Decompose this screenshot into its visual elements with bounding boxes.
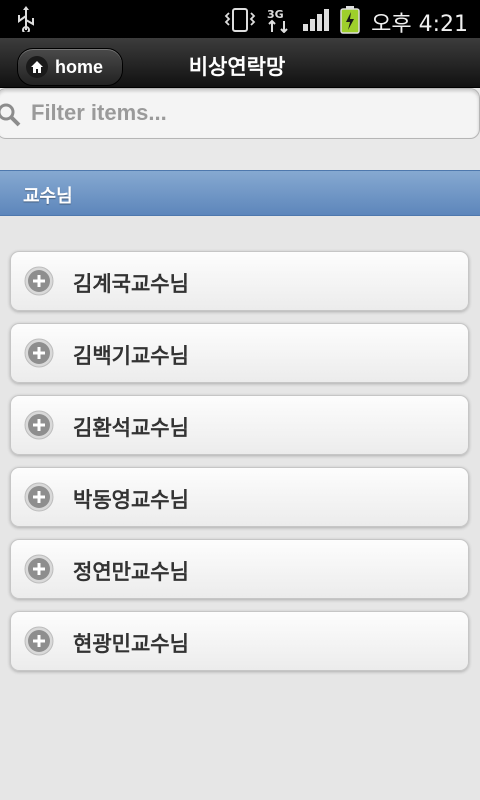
battery-charging-icon: [340, 6, 360, 34]
list-item-label: 현광민교수님: [73, 632, 189, 656]
network-label: 3G: [267, 8, 284, 21]
list-item-label: 김백기교수님: [73, 344, 189, 368]
status-time: 오후 4:21: [371, 12, 468, 37]
filter-placeholder: Filter items...: [31, 100, 167, 125]
filter-input[interactable]: Filter items...: [0, 88, 480, 139]
list-item[interactable]: 김백기교수님: [10, 323, 469, 383]
list-item[interactable]: 김계국교수님: [10, 251, 469, 311]
list-item-label: 정연만교수님: [73, 560, 189, 584]
plus-circle-icon: [24, 338, 54, 368]
list-item[interactable]: 현광민교수님: [10, 611, 469, 671]
header-bar: home 비상연락망: [0, 38, 480, 88]
list-item[interactable]: 정연만교수님: [10, 539, 469, 599]
page-title: 비상연락망: [188, 55, 286, 79]
contact-list: 김계국교수님 김백기교수님 김환석교수님 박동영교수님 정연만교수님 현광민교수…: [10, 251, 469, 683]
plus-circle-icon: [24, 626, 54, 656]
divider-label: 교수님: [23, 186, 73, 207]
filter-bar: Filter items...: [0, 88, 480, 170]
list-item-label: 김계국교수님: [73, 272, 189, 296]
signal-icon: [303, 9, 329, 31]
vibrate-icon: [224, 8, 256, 32]
list-item-label: 박동영교수님: [73, 488, 189, 512]
plus-circle-icon: [24, 410, 54, 440]
list-divider: 교수님: [0, 170, 480, 216]
network-3g-icon: 3G: [267, 8, 288, 33]
list-item[interactable]: 박동영교수님: [10, 467, 469, 527]
list-item-label: 김환석교수님: [73, 416, 189, 440]
search-icon: [0, 103, 21, 127]
plus-circle-icon: [24, 266, 54, 296]
usb-icon: [18, 6, 34, 32]
plus-circle-icon: [24, 482, 54, 512]
status-bar: 3G 오후 4:21: [0, 0, 480, 38]
plus-circle-icon: [24, 554, 54, 584]
list-item[interactable]: 김환석교수님: [10, 395, 469, 455]
